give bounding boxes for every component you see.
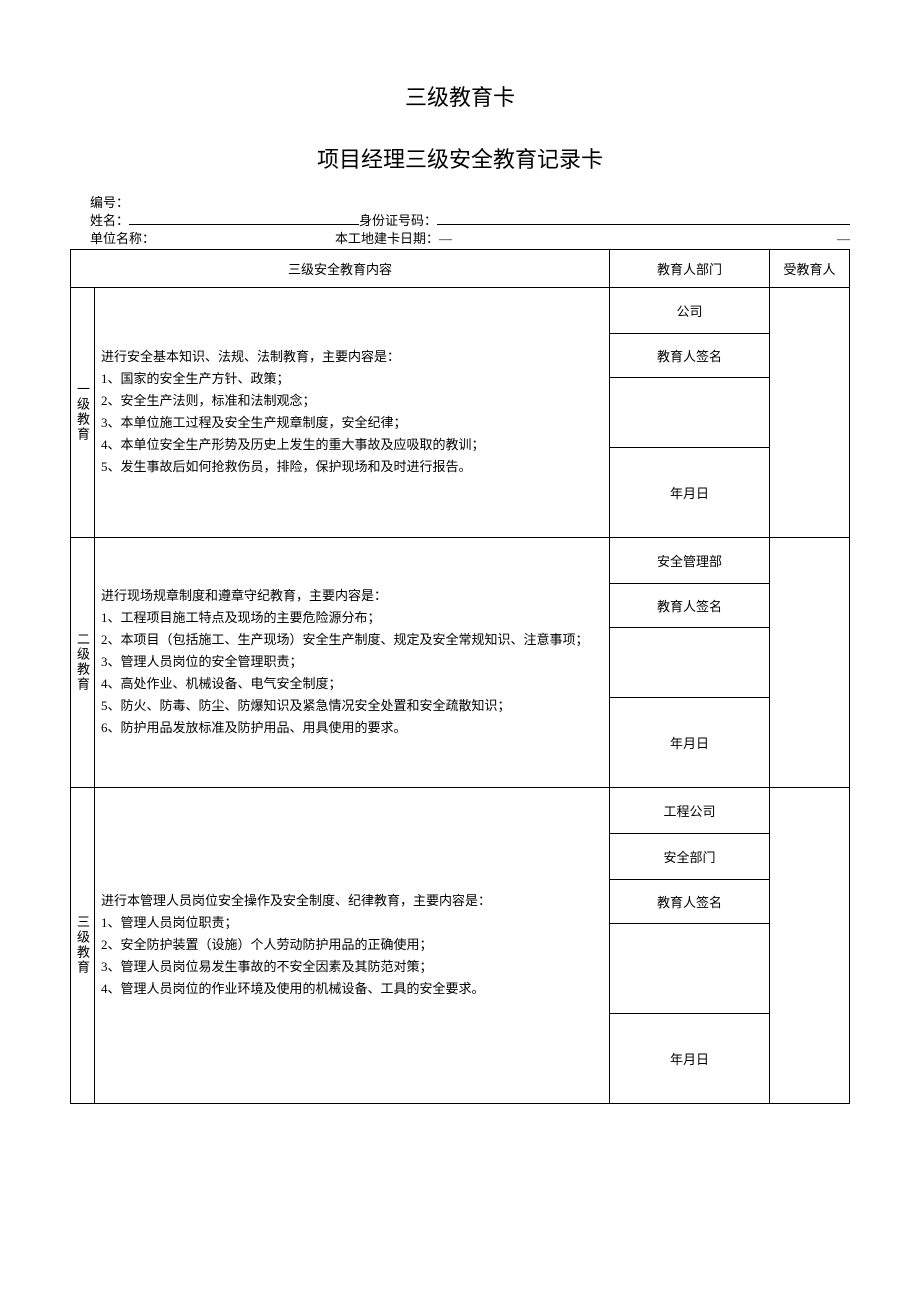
level1-trainee [770, 287, 850, 537]
trailing-dash: — [837, 230, 850, 248]
level-content-3: 进行本管理人员岗位安全操作及安全制度、纪律教育，主要内容是： 1、管理人员岗位职… [95, 787, 610, 1103]
page-title: 三级教育卡 [70, 80, 850, 112]
level1-dept-0: 公司 [610, 287, 770, 333]
site-date-label: 本工地建卡日期： [335, 230, 439, 248]
education-table: 三级安全教育内容 教育人部门 受教育人 一级教育 进行安全基本知识、法规、法制教… [70, 249, 850, 1104]
level2-signature-space [610, 627, 770, 697]
page-subtitle: 项目经理三级安全教育记录卡 [70, 142, 850, 174]
level-content-1-text: 进行安全基本知识、法规、法制教育，主要内容是： 1、国家的安全生产方针、政策； … [101, 349, 485, 474]
table-row: 一级教育 进行安全基本知识、法规、法制教育，主要内容是： 1、国家的安全生产方针… [71, 287, 850, 333]
header-trainee: 受教育人 [770, 249, 850, 287]
level3-trainee [770, 787, 850, 1103]
level3-dept-2: 教育人签名 [610, 879, 770, 923]
table-row: 三级教育 进行本管理人员岗位安全操作及安全制度、纪律教育，主要内容是： 1、管理… [71, 787, 850, 833]
serial-label: 编号： [90, 194, 129, 212]
name-field [129, 212, 359, 225]
table-header-row: 三级安全教育内容 教育人部门 受教育人 [71, 249, 850, 287]
level-content-3-text: 进行本管理人员岗位安全操作及安全制度、纪律教育，主要内容是： 1、管理人员岗位职… [101, 893, 491, 996]
level-label-1: 一级教育 [71, 287, 95, 537]
level3-signature-space [610, 923, 770, 1013]
meta-block: 编号： 姓名： 身份证号码： 单位名称： 本工地建卡日期： — — [90, 194, 850, 249]
table-row: 二级教育 进行现场规章制度和遵章守纪教育，主要内容是： 1、工程项目施工特点及现… [71, 537, 850, 583]
name-label: 姓名： [90, 212, 129, 230]
id-label: 身份证号码： [359, 212, 437, 230]
unit-label: 单位名称： [90, 230, 155, 248]
level-label-3: 三级教育 [71, 787, 95, 1103]
level-content-2: 进行现场规章制度和遵章守纪教育，主要内容是： 1、工程项目施工特点及现场的主要危… [95, 537, 610, 787]
header-dept: 教育人部门 [610, 249, 770, 287]
level1-date: 年月日 [610, 447, 770, 537]
level2-date: 年月日 [610, 697, 770, 787]
level-content-2-text: 进行现场规章制度和遵章守纪教育，主要内容是： 1、工程项目施工特点及现场的主要危… [101, 588, 589, 736]
level2-dept-0: 安全管理部 [610, 537, 770, 583]
level-content-1: 进行安全基本知识、法规、法制教育，主要内容是： 1、国家的安全生产方针、政策； … [95, 287, 610, 537]
level2-dept-1: 教育人签名 [610, 583, 770, 627]
level3-dept-0: 工程公司 [610, 787, 770, 833]
level-label-2: 二级教育 [71, 537, 95, 787]
spacer [452, 230, 837, 248]
level3-date: 年月日 [610, 1013, 770, 1103]
level1-signature-space [610, 377, 770, 447]
header-content: 三级安全教育内容 [71, 249, 610, 287]
level1-dept-1: 教育人签名 [610, 333, 770, 377]
level3-dept-1: 安全部门 [610, 833, 770, 879]
unit-field [155, 230, 335, 248]
level2-trainee [770, 537, 850, 787]
id-field [437, 212, 850, 225]
dash: — [439, 230, 452, 248]
